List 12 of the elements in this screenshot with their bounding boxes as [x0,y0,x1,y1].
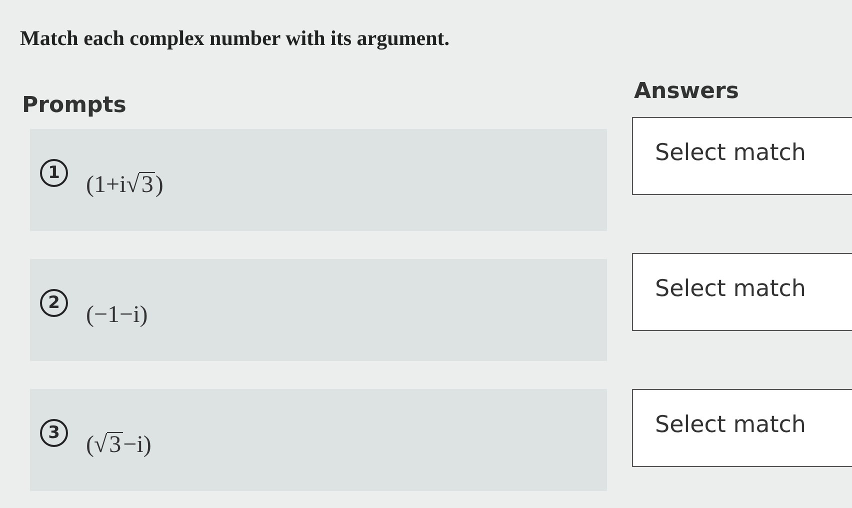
number-badge: 3 [40,419,68,447]
number-badge: 2 [40,289,68,317]
select-match-dropdown[interactable]: Select match [632,389,852,467]
answers-heading: Answers [634,79,740,106]
math-expression: (−1−i) [86,302,148,328]
select-match-dropdown[interactable]: Select match [632,117,852,195]
math-expression: (√3−i) [86,432,152,458]
math-expression: (1+i√3) [86,172,164,198]
number-badge: 1 [40,159,68,187]
instruction-text: Match each complex number with its argument. [20,26,450,51]
select-match-dropdown[interactable]: Select match [632,253,852,331]
prompts-heading: Prompts [22,93,128,120]
